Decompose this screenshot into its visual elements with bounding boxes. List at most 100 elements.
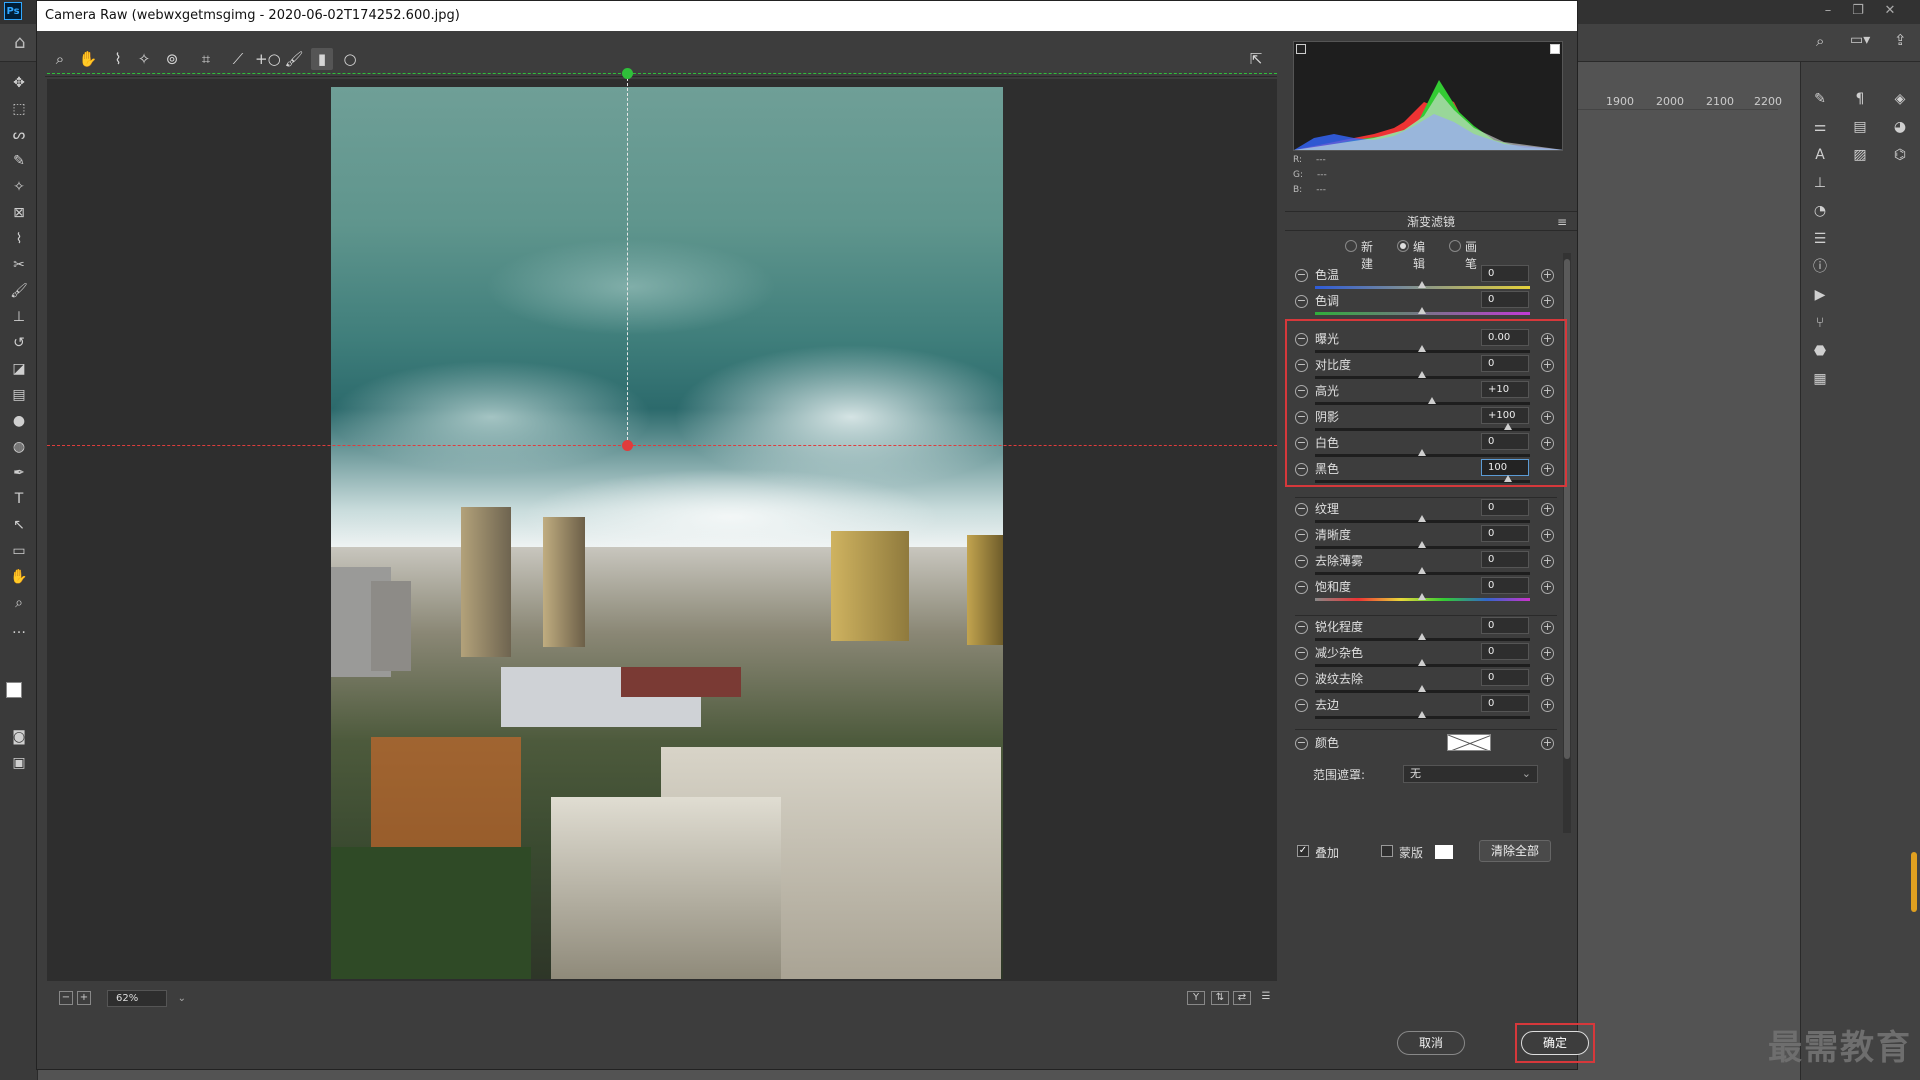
stamp-tool-icon[interactable]: ⊥ — [8, 306, 30, 328]
slider-thumb[interactable] — [1418, 515, 1426, 522]
slider-thumb[interactable] — [1504, 423, 1512, 430]
plus-icon[interactable]: + — [1541, 737, 1554, 750]
slider-value-input[interactable]: 0 — [1481, 617, 1529, 634]
slider-value-input[interactable]: 0.00 — [1481, 329, 1529, 346]
notes-icon[interactable]: ▨ — [1849, 144, 1871, 166]
move-tool-icon[interactable]: ✥ — [8, 72, 30, 94]
search-icon[interactable]: ⌕ — [1816, 32, 1824, 50]
minus-icon[interactable]: − — [1295, 269, 1308, 282]
gradient-start-line[interactable] — [47, 73, 1277, 74]
plus-icon[interactable]: + — [1541, 269, 1554, 282]
more-tools-icon[interactable]: … — [8, 618, 30, 640]
quick-select-tool-icon[interactable]: ✎ — [8, 150, 30, 172]
mode-new-radio[interactable] — [1345, 240, 1357, 252]
plus-icon[interactable]: + — [1541, 437, 1554, 450]
overlay-checkbox[interactable]: ✓ — [1297, 845, 1309, 857]
lasso-tool-icon[interactable]: ᔕ — [8, 124, 30, 146]
chevron-down-icon[interactable]: ⌄ — [178, 991, 186, 1006]
minus-icon[interactable]: − — [1295, 555, 1308, 568]
range-mask-select[interactable]: 无 ⌄ — [1403, 765, 1538, 783]
actions-play-icon[interactable]: ▶ — [1809, 284, 1831, 306]
crop-tool-icon[interactable]: ✂ — [8, 254, 30, 276]
minus-icon[interactable]: − — [1295, 673, 1308, 686]
graduated-filter-icon[interactable]: ▮ — [311, 48, 333, 70]
restore-icon[interactable]: ❐ — [1846, 2, 1870, 20]
close-icon[interactable]: ✕ — [1878, 2, 1902, 20]
hand-tool-icon[interactable]: ✋ — [77, 48, 99, 70]
slider-thumb[interactable] — [1418, 567, 1426, 574]
slider-value-input[interactable]: 0 — [1481, 525, 1529, 542]
scroll-thumb[interactable] — [1564, 259, 1570, 759]
plus-icon[interactable]: + — [1541, 581, 1554, 594]
crop-tool-icon[interactable]: ⌗ — [195, 48, 217, 70]
slider-value-input[interactable]: +100 — [1481, 407, 1529, 424]
slider-value-input[interactable]: 0 — [1481, 355, 1529, 372]
zoom-tool-icon[interactable]: ⌕ — [49, 48, 71, 70]
gradient-end-pin[interactable] — [622, 440, 633, 451]
photo-preview[interactable] — [331, 87, 1003, 979]
open-preferences-icon[interactable]: ⇱ — [1245, 48, 1267, 70]
stamp-icon[interactable]: ⊥ — [1809, 172, 1831, 194]
screen-mode-icon[interactable]: ▣ — [8, 752, 30, 774]
brush-tool-icon[interactable]: 🖌 — [8, 280, 30, 302]
workspace-icon[interactable]: ▭▾ — [1850, 32, 1870, 48]
plus-icon[interactable]: + — [1541, 411, 1554, 424]
minus-icon[interactable]: − — [1295, 621, 1308, 634]
cancel-button[interactable]: 取消 — [1397, 1031, 1465, 1055]
color-sampler-icon[interactable]: ✧ — [133, 48, 155, 70]
info-icon[interactable]: ⓘ — [1809, 256, 1831, 278]
minus-icon[interactable]: − — [1295, 699, 1308, 712]
slider-value-input[interactable]: 0 — [1481, 291, 1529, 308]
zoom-in-button[interactable]: + — [77, 991, 91, 1005]
slider-value-input[interactable]: 0 — [1481, 669, 1529, 686]
marquee-tool-icon[interactable]: ⬚ — [8, 98, 30, 120]
minus-icon[interactable]: − — [1295, 437, 1308, 450]
slider-track[interactable] — [1315, 480, 1530, 483]
color-swatch[interactable] — [1447, 734, 1491, 751]
panel-scrollbar[interactable] — [1563, 253, 1571, 833]
mode-brush-radio[interactable] — [1449, 240, 1461, 252]
slider-thumb[interactable] — [1418, 307, 1426, 314]
paths-icon[interactable]: ⌬ — [1889, 144, 1911, 166]
plus-icon[interactable]: + — [1541, 385, 1554, 398]
slider-value-input[interactable]: 100 — [1481, 459, 1529, 476]
minus-icon[interactable]: − — [1295, 529, 1308, 542]
character-icon[interactable]: A — [1809, 144, 1831, 166]
plus-icon[interactable]: + — [1541, 463, 1554, 476]
minus-icon[interactable]: − — [1295, 333, 1308, 346]
minus-icon[interactable]: − — [1295, 647, 1308, 660]
slider-thumb[interactable] — [1418, 633, 1426, 640]
targeted-adjust-icon[interactable]: ⊚ — [161, 48, 183, 70]
slider-value-input[interactable]: +10 — [1481, 381, 1529, 398]
minus-icon[interactable]: − — [1295, 581, 1308, 594]
plus-icon[interactable]: + — [1541, 555, 1554, 568]
before-after-icon[interactable]: Y — [1187, 991, 1205, 1005]
dodge-tool-icon[interactable]: ◍ — [8, 436, 30, 458]
slider-value-input[interactable]: 0 — [1481, 695, 1529, 712]
type-tool-icon[interactable]: T — [8, 488, 30, 510]
minus-icon[interactable]: − — [1295, 295, 1308, 308]
clone-source-icon[interactable]: ⑂ — [1809, 312, 1831, 334]
slider-thumb[interactable] — [1418, 371, 1426, 378]
slider-thumb[interactable] — [1428, 397, 1436, 404]
slider-value-input[interactable]: 0 — [1481, 433, 1529, 450]
magic-wand-tool-icon[interactable]: ✧ — [8, 176, 30, 198]
minus-icon[interactable]: − — [1295, 503, 1308, 516]
panel-scroll-indicator[interactable] — [1911, 852, 1917, 912]
slider-value-input[interactable]: 0 — [1481, 551, 1529, 568]
history-brush-tool-icon[interactable]: ↺ — [8, 332, 30, 354]
rectangle-tool-icon[interactable]: ▭ — [8, 540, 30, 562]
slider-value-input[interactable]: 0 — [1481, 499, 1529, 516]
minus-icon[interactable]: − — [1295, 737, 1308, 750]
adjust-icon[interactable]: ⚌ — [1809, 116, 1831, 138]
white-balance-tool-icon[interactable]: ⌇ — [107, 48, 129, 70]
plus-icon[interactable]: + — [1541, 621, 1554, 634]
path-select-tool-icon[interactable]: ↖ — [8, 514, 30, 536]
plus-icon[interactable]: + — [1541, 295, 1554, 308]
slider-thumb[interactable] — [1418, 345, 1426, 352]
slider-thumb[interactable] — [1418, 541, 1426, 548]
zoom-out-button[interactable]: − — [59, 991, 73, 1005]
layers-icon[interactable]: ◈ — [1889, 88, 1911, 110]
plus-icon[interactable]: + — [1541, 699, 1554, 712]
slider-thumb[interactable] — [1418, 685, 1426, 692]
